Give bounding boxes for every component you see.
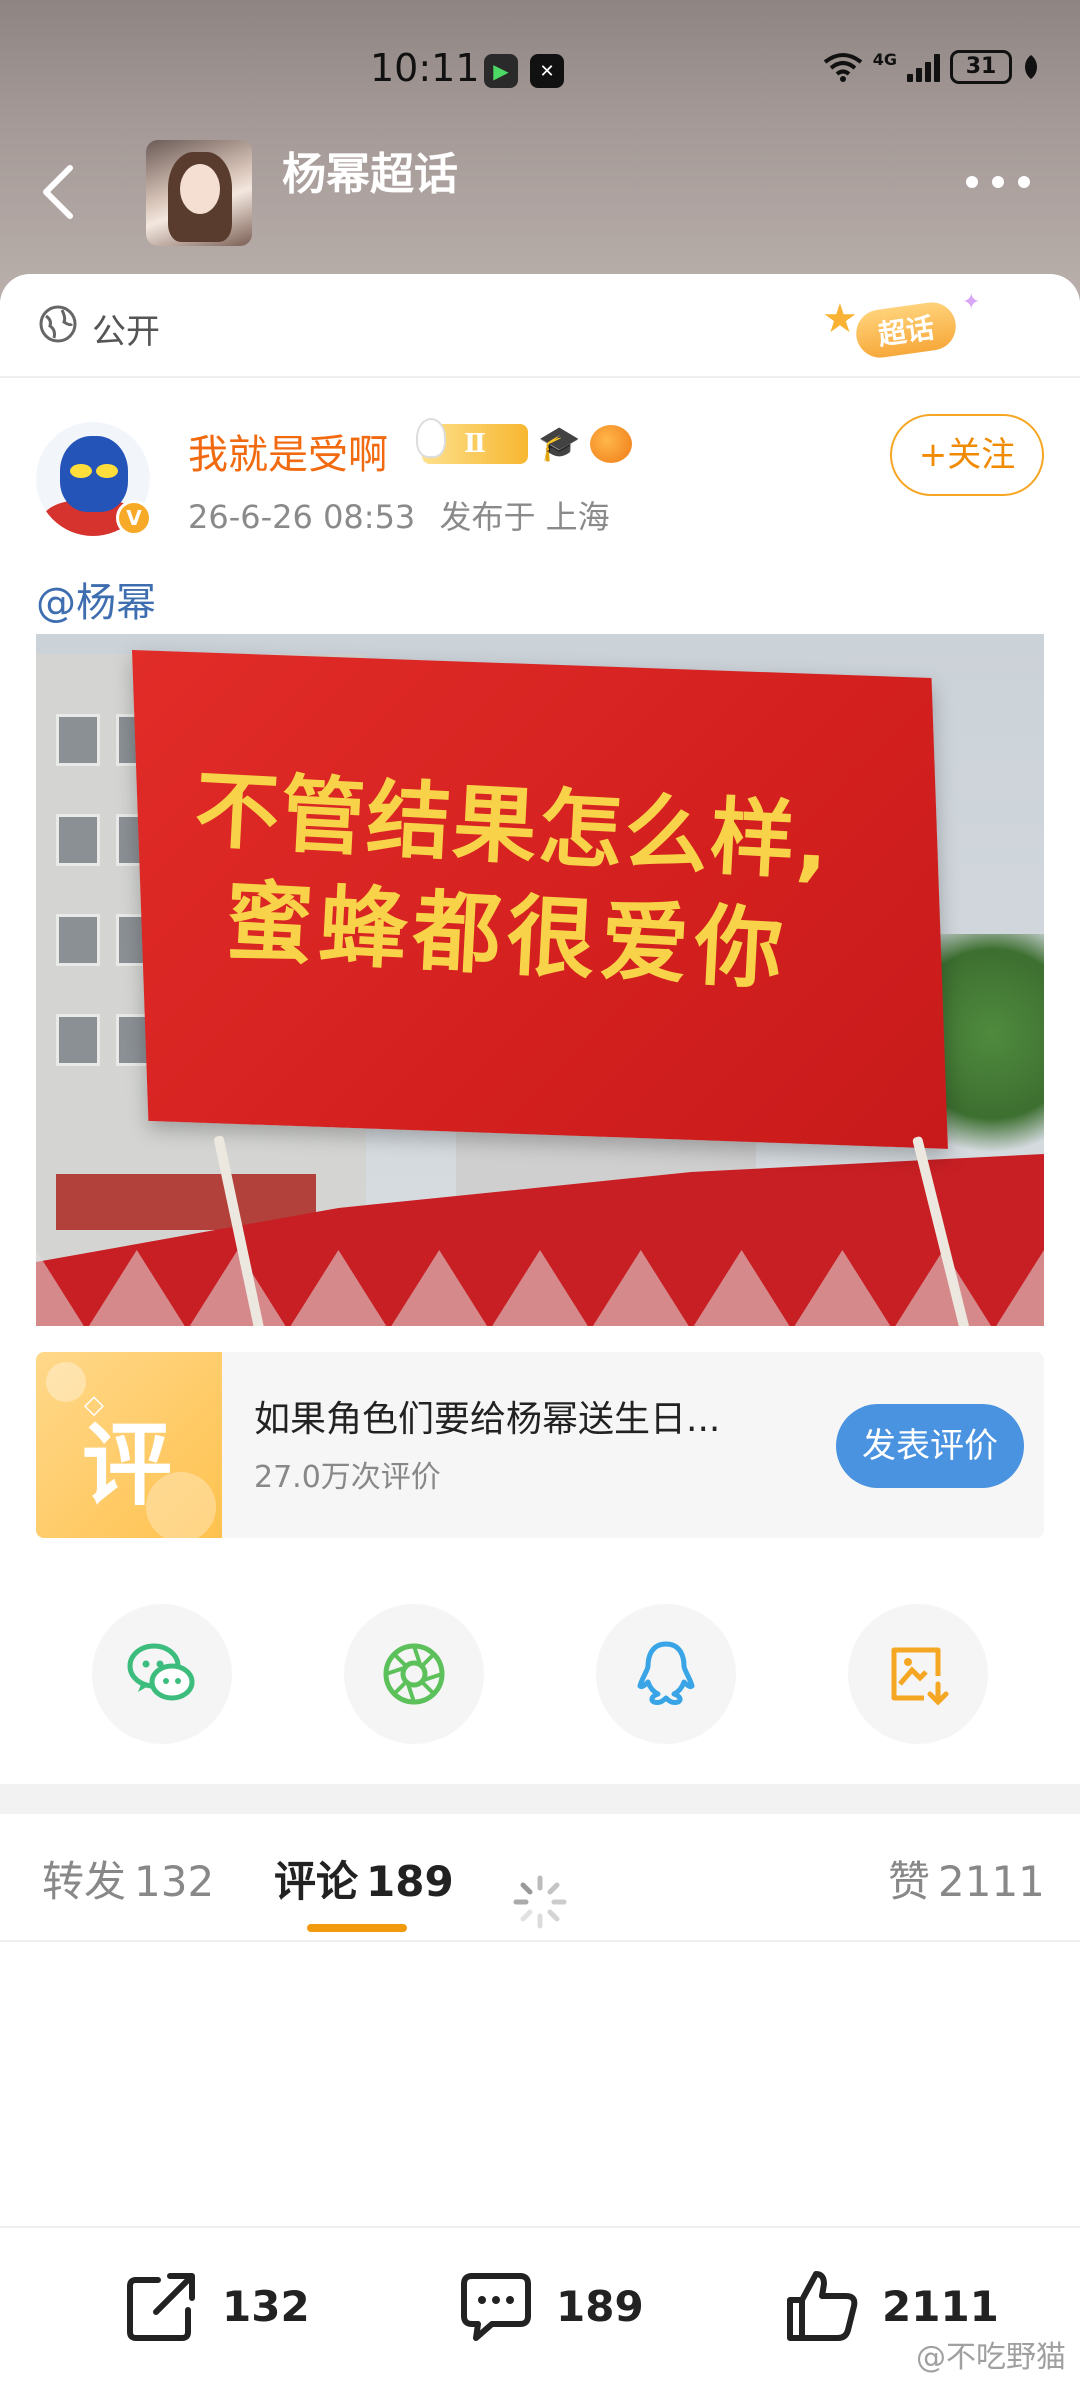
graduation-cap-icon[interactable]: 🎓: [538, 424, 580, 464]
tabs-border: [0, 1940, 1080, 1942]
tab-comments-count: 189: [366, 1857, 454, 1906]
bottom-action-bar: 132 189 2111 @不吃野猫: [0, 2226, 1080, 2386]
review-title: 如果角色们要给杨幂送生日...: [254, 1399, 721, 1440]
share-qq-button[interactable]: [596, 1604, 736, 1744]
tab-likes-count: 2111: [938, 1857, 1045, 1906]
avatar-face-shape: [180, 164, 220, 214]
wechat-icon: [127, 1643, 195, 1701]
author-name[interactable]: 我就是受啊: [188, 422, 388, 480]
review-card[interactable]: ◇ 评 如果角色们要给杨幂送生日... 27.0万次评价 发表评价: [36, 1352, 1044, 1538]
author-badges: Ⅱ 🎓: [416, 418, 633, 464]
visibility-label: 公开: [92, 312, 160, 352]
globe-icon: [39, 305, 77, 343]
qq-icon: [637, 1641, 695, 1705]
post-card: 公开 ★ 超话 ✦ V 我就是受啊 Ⅱ 🎓 26-6-26 08:53 发布于 …: [0, 274, 1080, 2386]
tab-comments-label: 评论: [274, 1857, 359, 1906]
share-moments-button[interactable]: [344, 1604, 484, 1744]
super-topic-label: 超话: [853, 299, 959, 361]
post-location: 发布于 上海: [439, 498, 610, 536]
leaf-icon: [1025, 55, 1037, 79]
level-badge[interactable]: Ⅱ: [416, 418, 528, 464]
comment-icon: [461, 2273, 531, 2341]
avatar-eye-left: [70, 464, 92, 478]
avatar-eye-right: [96, 464, 118, 478]
review-thumbnail: ◇ 评: [36, 1352, 222, 1538]
watermark: @不吃野猫: [916, 2340, 1066, 2375]
page-title[interactable]: 杨幂超话: [282, 138, 458, 202]
sparkle-icon: ✦: [962, 290, 981, 315]
repost-icon: [127, 2273, 195, 2341]
battery-icon: 31: [950, 50, 1012, 84]
capcut-icon: [530, 54, 564, 88]
section-divider: [0, 1784, 1080, 1814]
review-count: 27.0万次评价: [254, 1460, 441, 1495]
mention-link[interactable]: @杨幂: [36, 570, 156, 628]
loading-spinner-icon: [513, 1875, 567, 1929]
signal-icon: [907, 52, 940, 82]
more-dots-icon[interactable]: [966, 176, 1030, 188]
banner-text: 不管结果怎么样, 蜜蜂都很爱你: [174, 754, 845, 1008]
thumbs-up-icon: [787, 2271, 858, 2341]
visibility-row: 公开 ★ 超话 ✦: [0, 274, 1080, 378]
save-image-icon: [891, 1647, 949, 1706]
moments-icon: [383, 1643, 445, 1705]
post-image[interactable]: 不管结果怎么样, 蜜蜂都很爱你: [36, 634, 1044, 1326]
network-label: 4G: [872, 49, 897, 69]
comment-count: 189: [556, 2281, 644, 2331]
tab-reposts-count: 132: [134, 1857, 215, 1906]
tab-reposts-label: 转发: [42, 1857, 127, 1906]
verified-badge: V: [116, 500, 152, 536]
review-thumb-label: 评: [82, 1413, 172, 1518]
comment-button[interactable]: 189: [456, 2266, 644, 2346]
repost-count: 132: [222, 2281, 310, 2331]
share-wechat-button[interactable]: [92, 1604, 232, 1744]
tab-comments[interactable]: 评论 189: [274, 1848, 454, 1909]
tab-likes-label: 赞: [888, 1857, 931, 1906]
status-right-group: 4G 31: [823, 50, 1040, 84]
save-image-button[interactable]: [848, 1604, 988, 1744]
repost-button[interactable]: 132: [122, 2266, 310, 2346]
back-chevron-icon[interactable]: [34, 162, 84, 222]
star-icon: ★: [822, 296, 858, 342]
bunny-icon: [416, 418, 446, 458]
level-badge-label: Ⅱ: [464, 429, 486, 459]
follow-button[interactable]: +关注: [890, 414, 1044, 496]
video-app-icon: [484, 54, 518, 88]
super-topic-badge[interactable]: ★ 超话 ✦: [822, 290, 992, 362]
post-time: 26-6-26 08:53: [188, 498, 416, 536]
active-tab-indicator: [307, 1924, 407, 1932]
post-review-button[interactable]: 发表评价: [836, 1404, 1024, 1488]
fish-icon[interactable]: [590, 425, 633, 463]
tab-reposts[interactable]: 转发 132: [42, 1848, 214, 1909]
post-meta: 26-6-26 08:53 发布于 上海: [188, 492, 610, 538]
topic-avatar[interactable]: [146, 140, 252, 246]
wifi-icon: [823, 53, 862, 82]
like-count: 2111: [882, 2281, 999, 2331]
status-time: 10:11: [370, 46, 480, 90]
status-bar: 10:11 4G 31: [0, 40, 1080, 104]
tab-likes[interactable]: 赞 2111: [888, 1848, 1045, 1909]
